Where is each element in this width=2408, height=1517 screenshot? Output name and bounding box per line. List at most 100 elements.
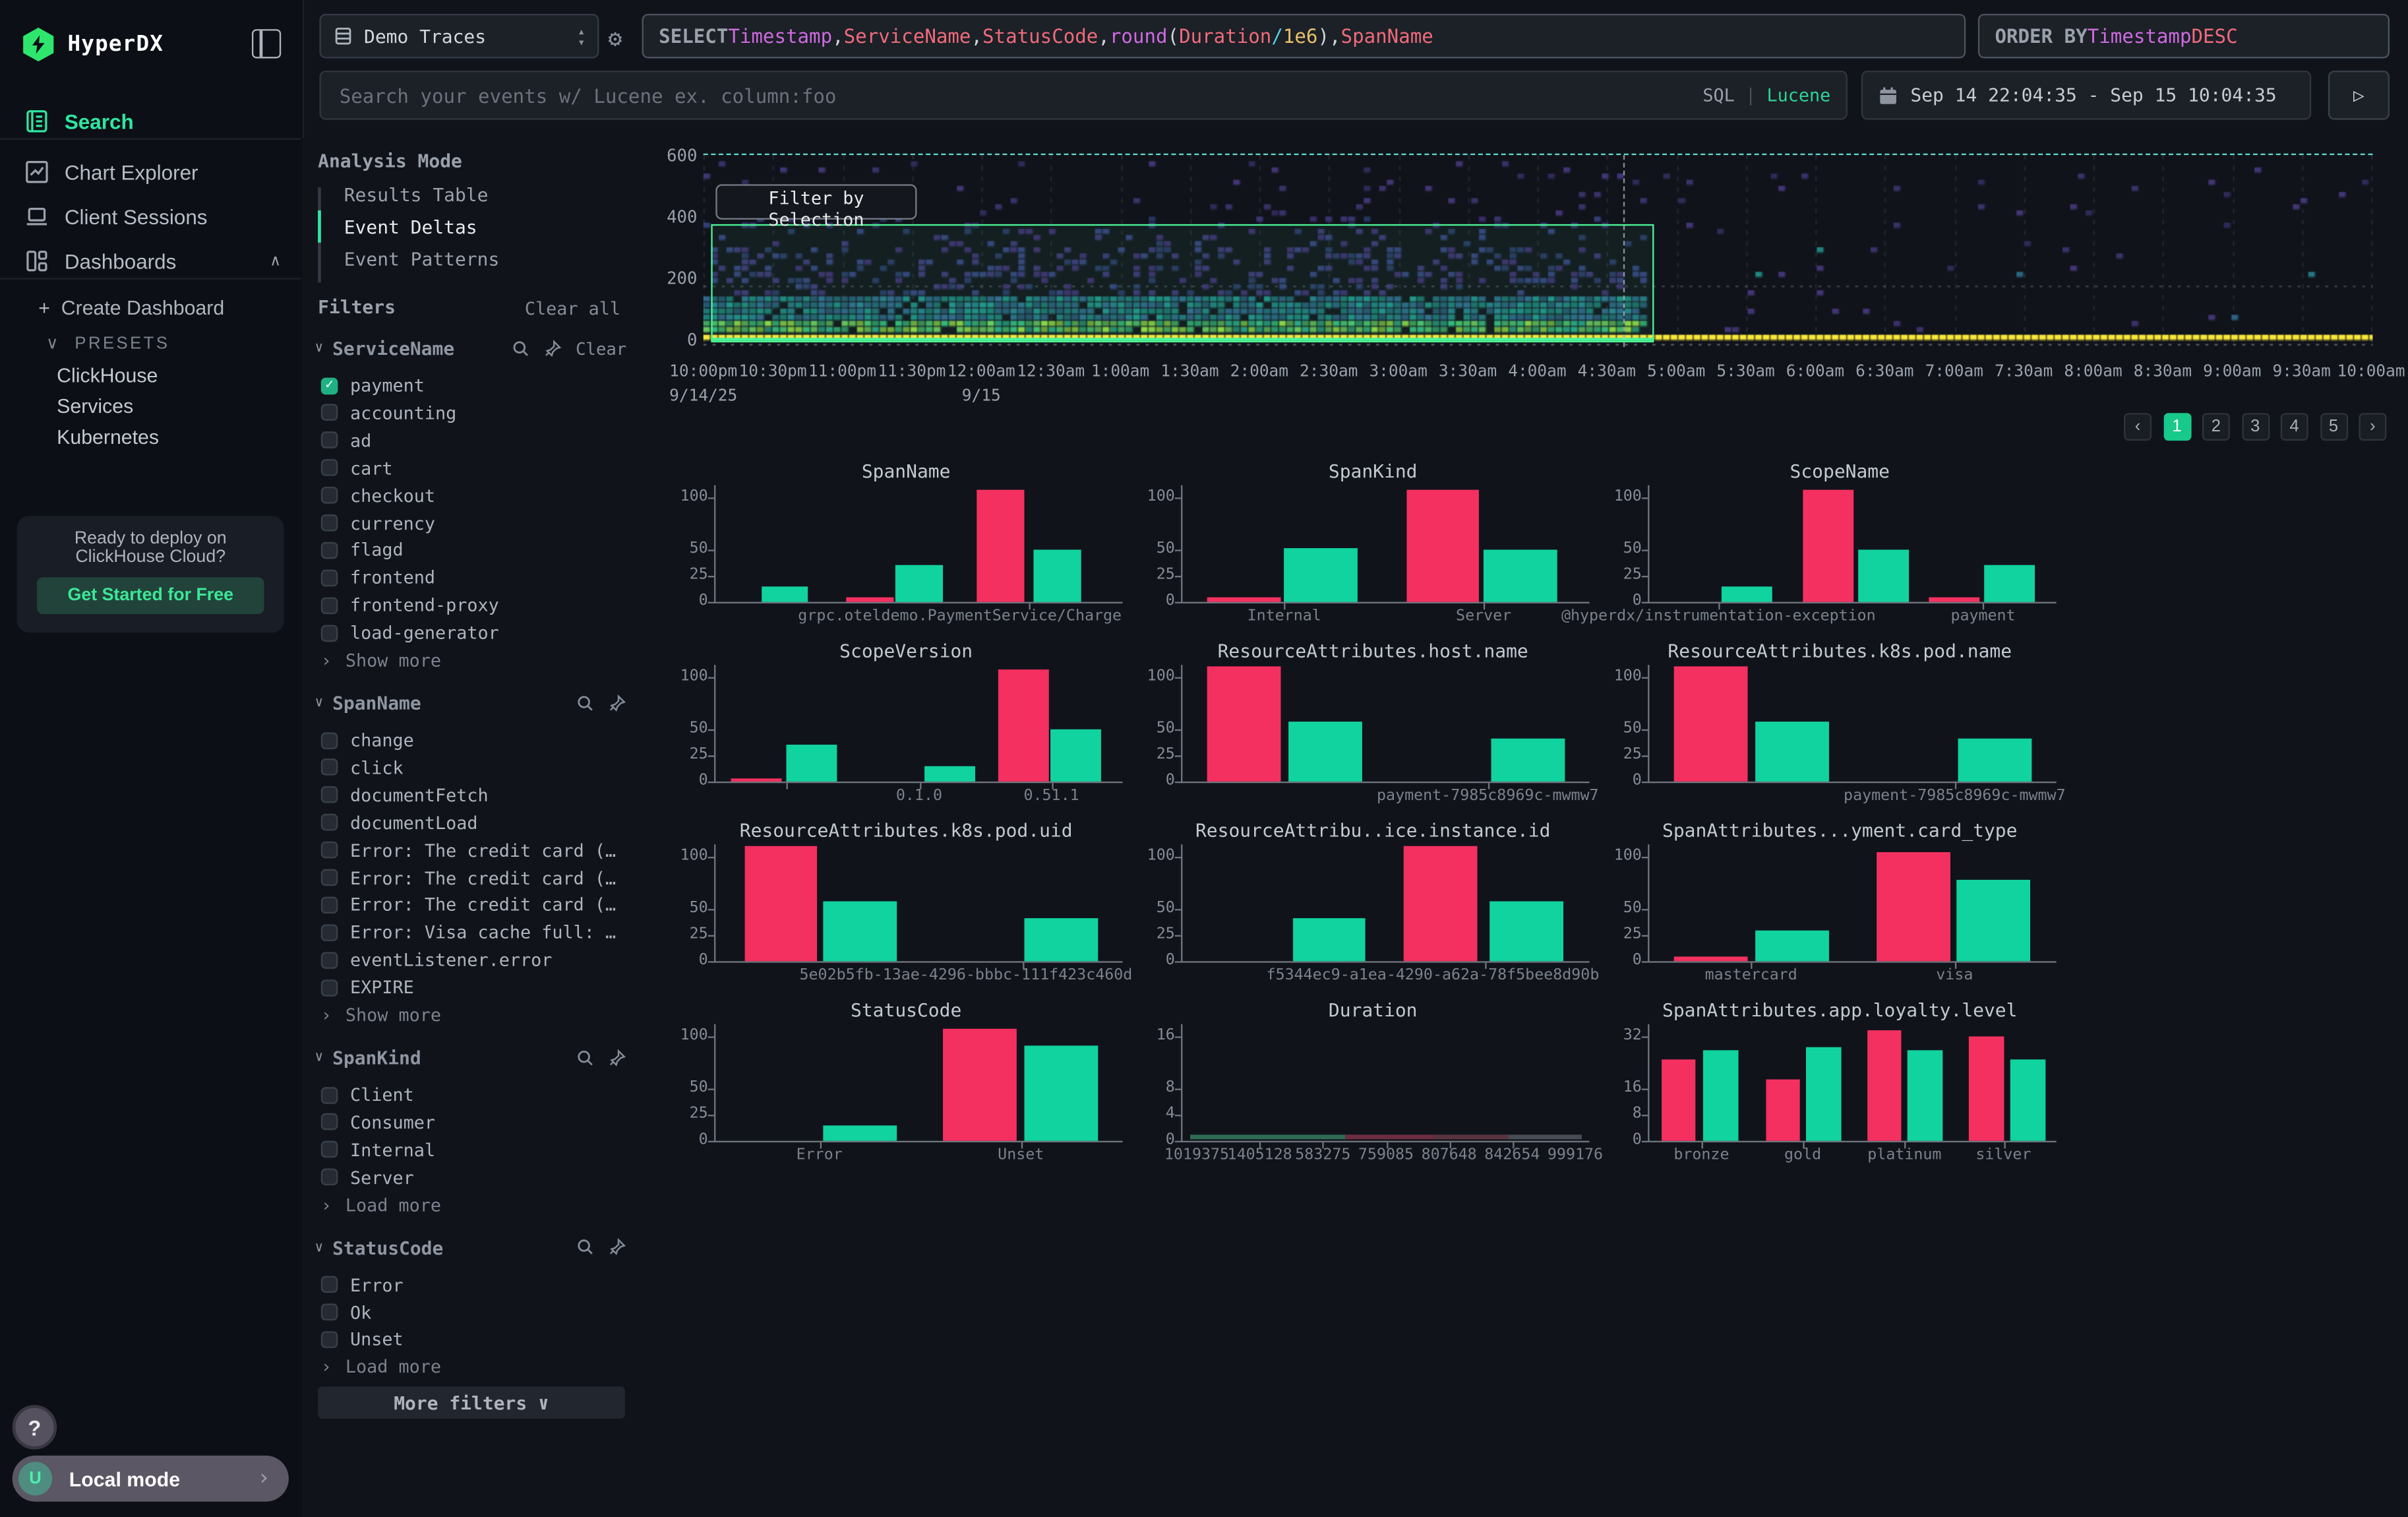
- run-query-button[interactable]: ▷: [2328, 71, 2390, 119]
- presets-toggle[interactable]: ∨ PRESETS: [46, 333, 170, 353]
- sidebar-item-client-sessions[interactable]: Client Sessions: [0, 197, 303, 237]
- checkbox[interactable]: [321, 404, 338, 421]
- filter-option[interactable]: currency: [321, 509, 628, 537]
- filter-option[interactable]: Error: Visa cache full: …: [321, 919, 628, 946]
- user-menu[interactable]: U Local mode ›: [13, 1456, 289, 1502]
- filter-option[interactable]: Error: The credit card (…: [321, 863, 628, 891]
- filter-option[interactable]: ad: [321, 427, 628, 454]
- filter-by-selection-button[interactable]: Filter by Selection: [715, 184, 917, 220]
- checkbox[interactable]: [321, 1276, 338, 1293]
- checkbox[interactable]: [321, 842, 338, 859]
- filter-option[interactable]: Error: The credit card (…: [321, 836, 628, 864]
- filter-option[interactable]: Ok: [321, 1298, 628, 1326]
- gear-icon[interactable]: ⚙: [608, 24, 622, 52]
- clear-all-button[interactable]: Clear all: [525, 298, 620, 320]
- pin-icon[interactable]: [608, 1233, 626, 1262]
- filter-option[interactable]: eventListener.error: [321, 946, 628, 974]
- page-button-2[interactable]: 2: [2202, 413, 2230, 441]
- page-button-5[interactable]: 5: [2320, 413, 2347, 441]
- filter-option[interactable]: flagd: [321, 536, 628, 564]
- checkbox[interactable]: [321, 1331, 338, 1348]
- search-icon[interactable]: [576, 1233, 594, 1262]
- sql-select-editor[interactable]: SELECT Timestamp, ServiceName, StatusCod…: [642, 14, 1966, 59]
- analysis-tab-event-deltas[interactable]: Event Deltas: [321, 210, 628, 243]
- source-select[interactable]: Demo Traces ▴▾: [319, 14, 599, 59]
- chevron-down-icon[interactable]: ∨: [315, 1050, 323, 1065]
- checkbox[interactable]: [321, 979, 338, 996]
- checkbox[interactable]: [321, 625, 338, 642]
- page-button-3[interactable]: 3: [2241, 413, 2269, 441]
- filter-option[interactable]: Error: The credit card (…: [321, 891, 628, 919]
- checkbox[interactable]: [321, 459, 338, 476]
- checkbox[interactable]: [321, 952, 338, 969]
- checkbox[interactable]: [321, 487, 338, 504]
- sidebar-item-dashboards[interactable]: Dashboards ∧: [0, 241, 303, 281]
- sidebar-item-chart-explorer[interactable]: Chart Explorer: [0, 152, 303, 192]
- checkbox[interactable]: [321, 1086, 338, 1103]
- help-button[interactable]: ?: [13, 1405, 57, 1450]
- analysis-tab-event-patterns[interactable]: Event Patterns: [321, 243, 628, 275]
- pin-icon[interactable]: [608, 1043, 626, 1072]
- checkbox[interactable]: [321, 1141, 338, 1158]
- lang-sql[interactable]: SQL: [1702, 84, 1734, 106]
- collapse-sidebar-icon[interactable]: [252, 29, 281, 58]
- search-input[interactable]: [336, 82, 1602, 109]
- checkbox[interactable]: [321, 896, 338, 913]
- filter-option[interactable]: Server: [321, 1163, 628, 1191]
- checkbox[interactable]: [321, 569, 338, 586]
- search-icon[interactable]: [511, 334, 529, 363]
- checkbox[interactable]: [321, 432, 338, 449]
- pin-icon[interactable]: [543, 334, 562, 363]
- checkbox[interactable]: [321, 1169, 338, 1186]
- selection-box[interactable]: [711, 224, 1654, 342]
- filter-option[interactable]: documentFetch: [321, 781, 628, 809]
- filter-option[interactable]: click: [321, 754, 628, 782]
- filter-option[interactable]: ✓payment: [321, 371, 628, 399]
- filter-option[interactable]: frontend-proxy: [321, 592, 628, 619]
- checkbox[interactable]: [321, 1114, 338, 1131]
- filter-option[interactable]: Internal: [321, 1136, 628, 1163]
- checkbox[interactable]: [321, 814, 338, 831]
- filter-option[interactable]: Error: [321, 1271, 628, 1299]
- chevron-down-icon[interactable]: ∨: [315, 696, 323, 711]
- filter-option[interactable]: checkout: [321, 481, 628, 509]
- get-started-button[interactable]: Get Started for Free: [37, 577, 264, 614]
- page-next-button[interactable]: ›: [2359, 413, 2386, 441]
- checkbox[interactable]: [321, 542, 338, 559]
- filter-option[interactable]: Client: [321, 1081, 628, 1109]
- checkbox[interactable]: [321, 597, 338, 614]
- filter-option[interactable]: load-generator: [321, 619, 628, 646]
- search-icon[interactable]: [576, 689, 594, 718]
- chevron-down-icon[interactable]: ∨: [315, 341, 323, 356]
- filter-option[interactable]: accounting: [321, 399, 628, 427]
- load-more-button[interactable]: ›Show more: [321, 1001, 628, 1029]
- filter-option[interactable]: Unset: [321, 1326, 628, 1353]
- preset-services[interactable]: Services: [57, 394, 133, 418]
- checkbox[interactable]: [321, 869, 338, 886]
- filter-option[interactable]: frontend: [321, 564, 628, 592]
- sidebar-item-search[interactable]: Search: [0, 102, 303, 142]
- filter-option[interactable]: change: [321, 726, 628, 754]
- filter-option[interactable]: Consumer: [321, 1109, 628, 1136]
- checkbox[interactable]: [321, 759, 338, 776]
- filter-option[interactable]: cart: [321, 454, 628, 481]
- filter-option[interactable]: EXPIRE: [321, 974, 628, 1001]
- load-more-button[interactable]: ›Load more: [321, 1191, 628, 1219]
- language-toggle[interactable]: SQL | Lucene: [1702, 84, 1830, 106]
- lang-lucene[interactable]: Lucene: [1766, 84, 1830, 106]
- page-button-1[interactable]: 1: [2163, 413, 2191, 441]
- load-more-button[interactable]: ›Show more: [321, 646, 628, 674]
- time-range-picker[interactable]: Sep 14 22:04:35 - Sep 15 10:04:35: [1861, 71, 2311, 119]
- checkbox[interactable]: [321, 731, 338, 749]
- checkbox-checked[interactable]: ✓: [321, 377, 338, 394]
- page-button-4[interactable]: 4: [2281, 413, 2308, 441]
- load-more-button[interactable]: ›Load more: [321, 1353, 628, 1381]
- more-filters-button[interactable]: More filters ∨: [318, 1386, 625, 1419]
- checkbox[interactable]: [321, 514, 338, 532]
- pin-icon[interactable]: [608, 689, 626, 718]
- preset-clickhouse[interactable]: ClickHouse: [57, 364, 158, 387]
- create-dashboard-button[interactable]: + Create Dashboard: [38, 296, 224, 319]
- order-by-editor[interactable]: ORDER BY Timestamp DESC: [1978, 14, 2390, 59]
- chevron-down-icon[interactable]: ∨: [315, 1240, 323, 1255]
- page-prev-button[interactable]: ‹: [2124, 413, 2152, 441]
